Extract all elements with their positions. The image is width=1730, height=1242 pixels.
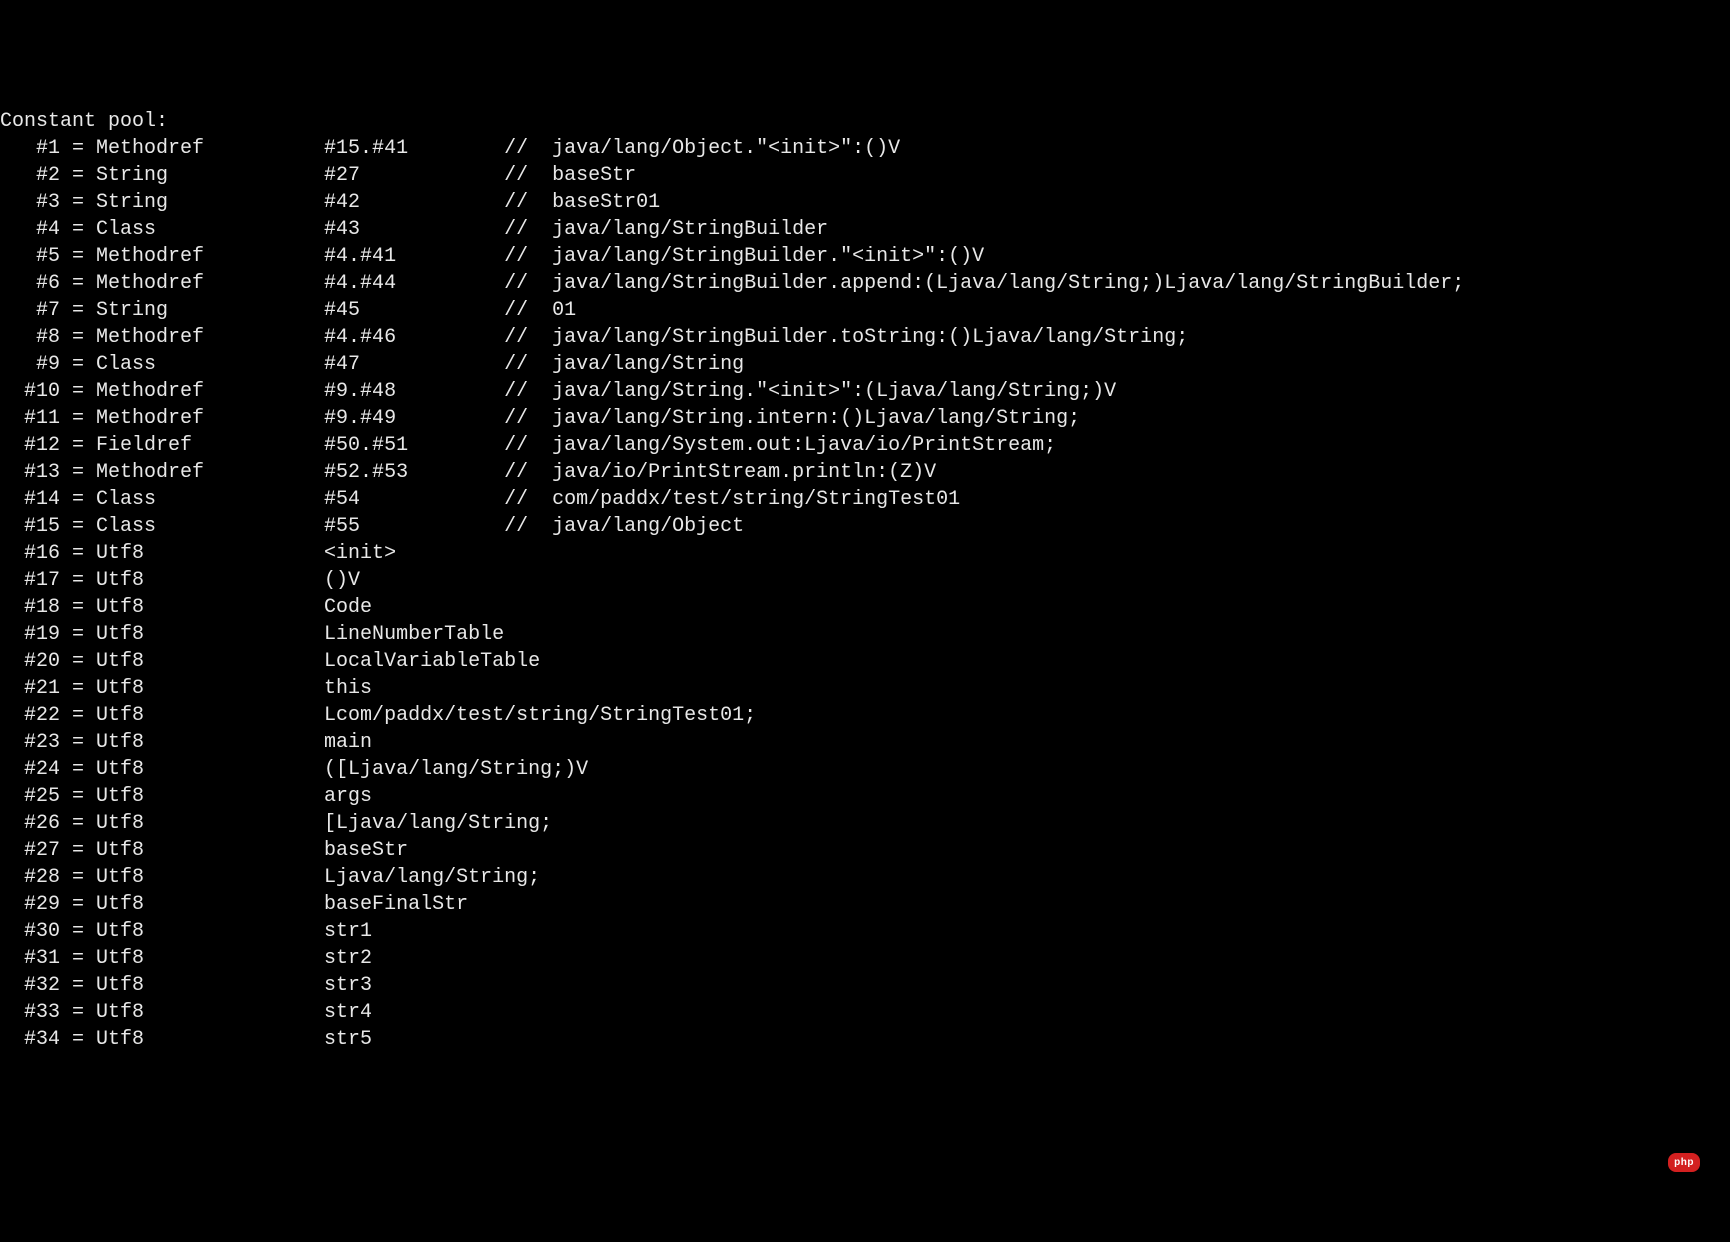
constant-pool-entry: #16 = Utf8 <init> xyxy=(0,540,1730,567)
constant-pool-entry: #2 = String #27 // baseStr xyxy=(0,162,1730,189)
constant-pool-header: Constant pool: xyxy=(0,110,168,133)
constant-pool-entry: #31 = Utf8 str2 xyxy=(0,945,1730,972)
constant-pool-entry: #1 = Methodref #15.#41 // java/lang/Obje… xyxy=(0,135,1730,162)
constant-pool-entry: #19 = Utf8 LineNumberTable xyxy=(0,621,1730,648)
constant-pool-entry: #33 = Utf8 str4 xyxy=(0,999,1730,1026)
constant-pool-entry: #10 = Methodref #9.#48 // java/lang/Stri… xyxy=(0,378,1730,405)
constant-pool-entry: #27 = Utf8 baseStr xyxy=(0,837,1730,864)
constant-pool-entry: #7 = String #45 // 01 xyxy=(0,297,1730,324)
constant-pool-entry: #32 = Utf8 str3 xyxy=(0,972,1730,999)
constant-pool-entries: #1 = Methodref #15.#41 // java/lang/Obje… xyxy=(0,135,1730,1053)
constant-pool-entry: #26 = Utf8 [Ljava/lang/String; xyxy=(0,810,1730,837)
constant-pool-entry: #14 = Class #54 // com/paddx/test/string… xyxy=(0,486,1730,513)
constant-pool-entry: #28 = Utf8 Ljava/lang/String; xyxy=(0,864,1730,891)
constant-pool-entry: #9 = Class #47 // java/lang/String xyxy=(0,351,1730,378)
constant-pool-entry: #25 = Utf8 args xyxy=(0,783,1730,810)
constant-pool-entry: #11 = Methodref #9.#49 // java/lang/Stri… xyxy=(0,405,1730,432)
constant-pool-entry: #5 = Methodref #4.#41 // java/lang/Strin… xyxy=(0,243,1730,270)
constant-pool-entry: #8 = Methodref #4.#46 // java/lang/Strin… xyxy=(0,324,1730,351)
constant-pool-entry: #34 = Utf8 str5 xyxy=(0,1026,1730,1053)
constant-pool-entry: #3 = String #42 // baseStr01 xyxy=(0,189,1730,216)
constant-pool-entry: #12 = Fieldref #50.#51 // java/lang/Syst… xyxy=(0,432,1730,459)
constant-pool-entry: #21 = Utf8 this xyxy=(0,675,1730,702)
constant-pool-entry: #24 = Utf8 ([Ljava/lang/String;)V xyxy=(0,756,1730,783)
constant-pool-entry: #17 = Utf8 ()V xyxy=(0,567,1730,594)
constant-pool-entry: #29 = Utf8 baseFinalStr xyxy=(0,891,1730,918)
constant-pool-entry: #6 = Methodref #4.#44 // java/lang/Strin… xyxy=(0,270,1730,297)
php-watermark: php xyxy=(1668,1153,1700,1173)
constant-pool-entry: #4 = Class #43 // java/lang/StringBuilde… xyxy=(0,216,1730,243)
constant-pool-entry: #20 = Utf8 LocalVariableTable xyxy=(0,648,1730,675)
constant-pool-entry: #13 = Methodref #52.#53 // java/io/Print… xyxy=(0,459,1730,486)
constant-pool-entry: #23 = Utf8 main xyxy=(0,729,1730,756)
constant-pool-entry: #18 = Utf8 Code xyxy=(0,594,1730,621)
constant-pool-entry: #30 = Utf8 str1 xyxy=(0,918,1730,945)
constant-pool-entry: #22 = Utf8 Lcom/paddx/test/string/String… xyxy=(0,702,1730,729)
constant-pool-entry: #15 = Class #55 // java/lang/Object xyxy=(0,513,1730,540)
